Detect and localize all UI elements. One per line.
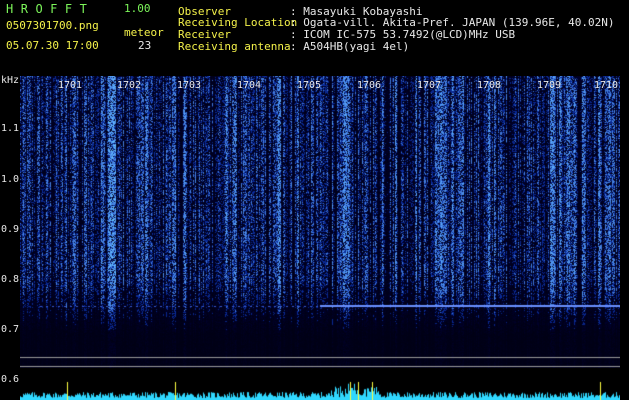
app-title: HROFFT [6,2,95,16]
file-name: 0507301700.png [6,19,99,32]
time-tick-1709: 1709 [537,80,562,91]
time-tick-1701: 1701 [58,80,83,91]
y-label-0-6: 0.6 [1,374,20,385]
meteor-label: meteor [124,26,164,39]
y-label-0-7: 0.7 [1,324,20,335]
time-tick-1708: 1708 [477,80,502,91]
frequency-axis: kHz 1.1 1.0 0.9 0.8 0.7 0.6 [0,76,20,400]
y-label-0-9: 0.9 [1,224,20,235]
antenna-label: Receiving antenna [178,40,291,53]
spectrogram [20,76,620,368]
meteor-count: 23 [138,39,152,52]
antenna-value: : A504HB(yagi 4el) [290,40,410,53]
app-version: 1.00 [124,2,151,15]
time-tick-1702: 1702 [117,80,142,91]
time-tick-1705: 1705 [297,80,322,91]
file-datetime: 05.07.30 17:00 [6,39,99,52]
time-tick-1703: 1703 [177,80,202,91]
time-tick-1707: 1707 [417,80,442,91]
y-label-0-8: 0.8 [1,274,20,285]
time-tick-1704: 1704 [237,80,262,91]
time-tick-1706: 1706 [357,80,382,91]
signal-level-meter [20,368,620,400]
header-panel: HROFFT 1.00 0507301700.png meteor 05.07.… [0,0,629,76]
y-label-1-0: 1.0 [1,174,20,185]
axis-unit: kHz [1,75,20,86]
time-tick-1710: 1710 [594,80,619,91]
y-label-1-1: 1.1 [1,123,20,134]
